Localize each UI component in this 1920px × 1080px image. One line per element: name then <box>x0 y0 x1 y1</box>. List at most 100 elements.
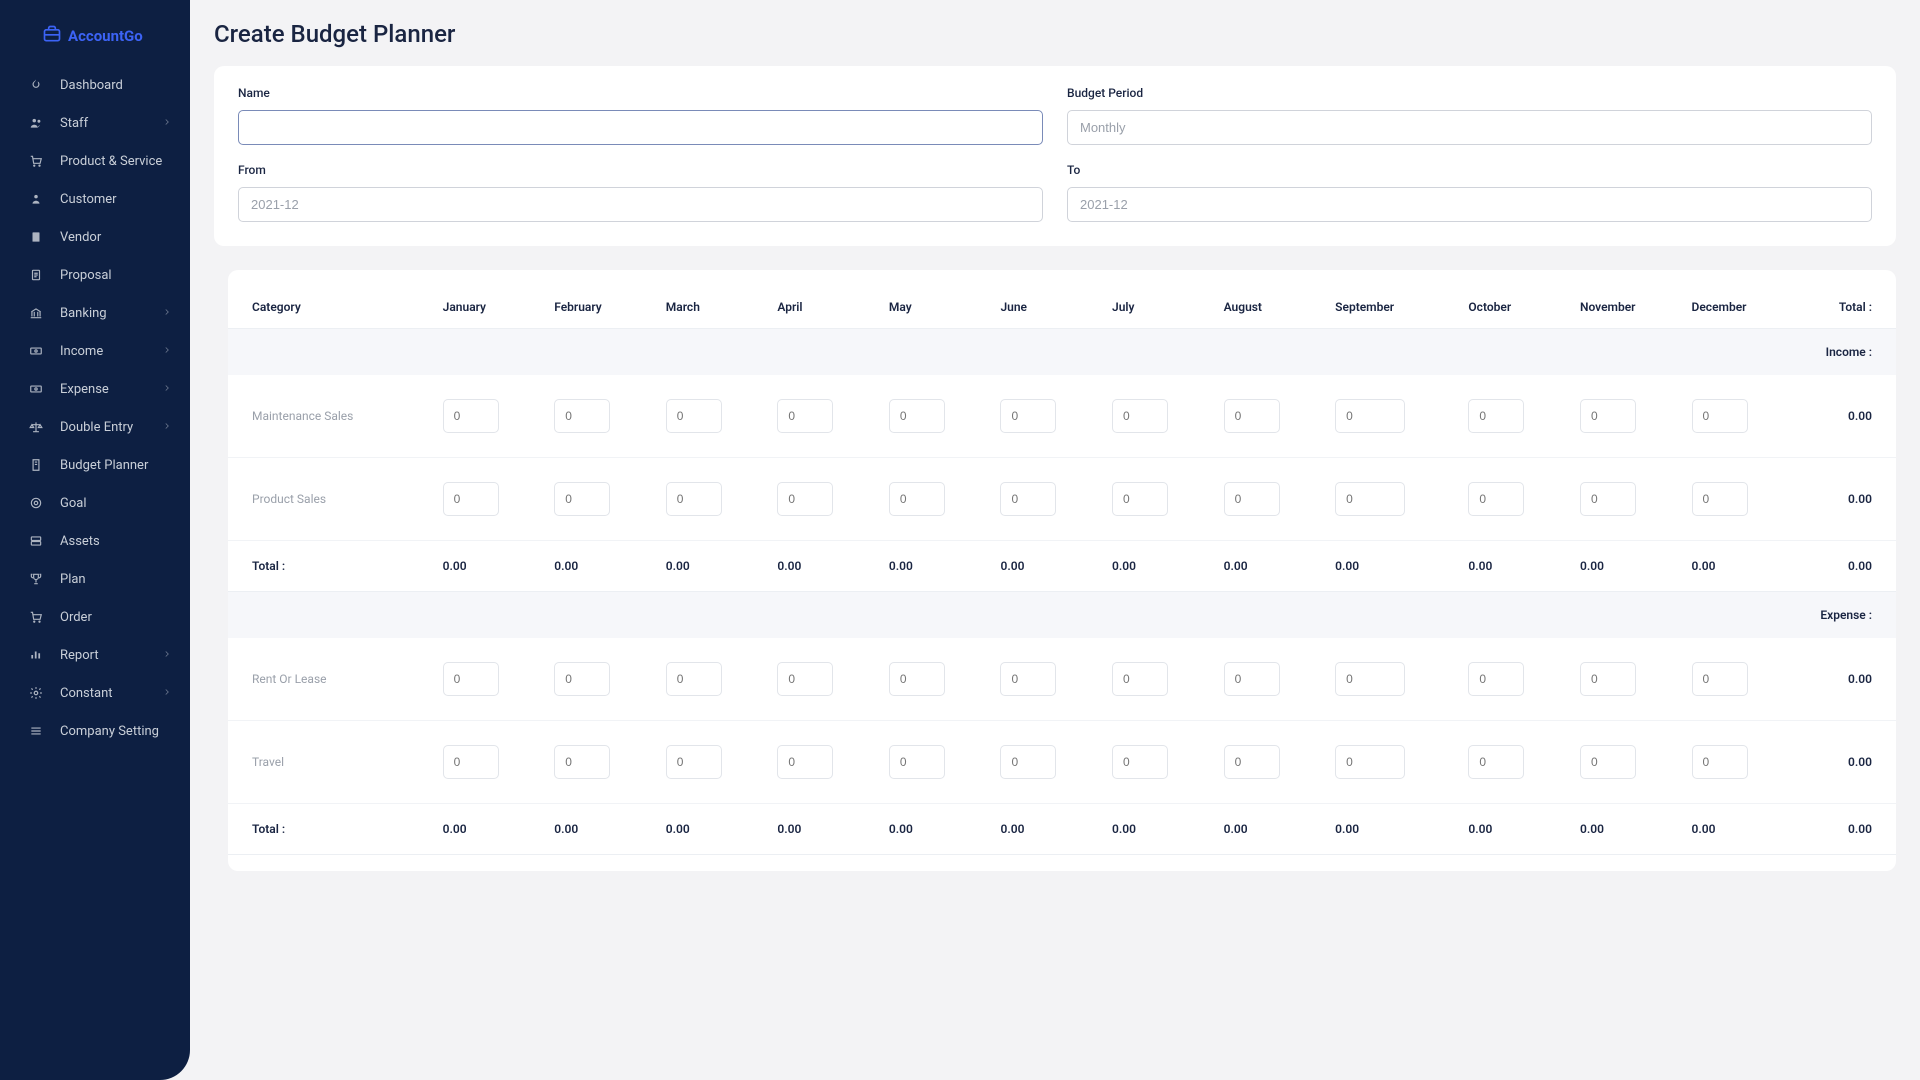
total-label: Total : <box>228 541 435 592</box>
month-input[interactable] <box>1692 745 1748 779</box>
month-input[interactable] <box>1224 399 1280 433</box>
total-cell: 0.00 <box>769 804 881 855</box>
month-input[interactable] <box>889 482 945 516</box>
month-input[interactable] <box>666 745 722 779</box>
col-header: November <box>1572 286 1684 329</box>
month-input[interactable] <box>1000 662 1056 696</box>
chevron-right-icon <box>162 686 172 701</box>
month-input[interactable] <box>1224 745 1280 779</box>
month-input[interactable] <box>443 662 499 696</box>
sidebar-item-dashboard[interactable]: Dashboard <box>0 66 190 104</box>
month-input[interactable] <box>554 745 610 779</box>
col-header: May <box>881 286 993 329</box>
month-input[interactable] <box>666 662 722 696</box>
month-input[interactable] <box>554 662 610 696</box>
sidebar-item-order[interactable]: Order <box>0 598 190 636</box>
total-cell: 0.00 <box>1684 804 1796 855</box>
sidebar-item-goal[interactable]: Goal <box>0 484 190 522</box>
col-header: Total : <box>1795 286 1896 329</box>
month-input[interactable] <box>1000 745 1056 779</box>
sidebar-item-label: Order <box>60 610 92 625</box>
sidebar-item-banking[interactable]: Banking <box>0 294 190 332</box>
to-input[interactable] <box>1067 187 1872 222</box>
month-input[interactable] <box>777 399 833 433</box>
sidebar-item-customer[interactable]: Customer <box>0 180 190 218</box>
month-input[interactable] <box>1112 482 1168 516</box>
month-input[interactable] <box>889 662 945 696</box>
month-input[interactable] <box>777 662 833 696</box>
from-input[interactable] <box>238 187 1043 222</box>
total-cell: 0.00 <box>1104 541 1216 592</box>
name-input[interactable] <box>238 110 1043 145</box>
month-input[interactable] <box>1468 662 1524 696</box>
sidebar-item-double-entry[interactable]: Double Entry <box>0 408 190 446</box>
gear-icon <box>28 685 44 701</box>
server-icon <box>28 533 44 549</box>
sidebar-item-label: Double Entry <box>60 420 133 435</box>
month-input[interactable] <box>1580 482 1636 516</box>
month-input[interactable] <box>443 745 499 779</box>
brand-name: AccountGo <box>68 27 143 45</box>
month-input[interactable] <box>1468 745 1524 779</box>
month-input[interactable] <box>1335 662 1405 696</box>
month-input[interactable] <box>1692 482 1748 516</box>
month-input[interactable] <box>1224 662 1280 696</box>
month-input[interactable] <box>1692 662 1748 696</box>
month-input[interactable] <box>443 399 499 433</box>
sidebar-item-vendor[interactable]: Vendor <box>0 218 190 256</box>
month-input[interactable] <box>666 482 722 516</box>
month-input[interactable] <box>1224 482 1280 516</box>
period-select[interactable] <box>1067 110 1872 145</box>
col-header: Category <box>228 286 435 329</box>
sidebar-item-staff[interactable]: Staff <box>0 104 190 142</box>
sidebar-item-label: Proposal <box>60 268 112 283</box>
total-cell: 0.00 <box>1572 804 1684 855</box>
month-input[interactable] <box>1468 482 1524 516</box>
month-input[interactable] <box>1335 399 1405 433</box>
bank-icon <box>28 305 44 321</box>
month-input[interactable] <box>554 482 610 516</box>
month-input[interactable] <box>1000 482 1056 516</box>
month-input[interactable] <box>1112 745 1168 779</box>
sidebar-item-assets[interactable]: Assets <box>0 522 190 560</box>
total-cell: 0.00 <box>1104 804 1216 855</box>
month-input[interactable] <box>889 745 945 779</box>
sidebar-item-report[interactable]: Report <box>0 636 190 674</box>
page-title: Create Budget Planner <box>214 20 1896 48</box>
main-content: Create Budget Planner Name Budget Period… <box>190 0 1920 1080</box>
month-input[interactable] <box>1112 662 1168 696</box>
month-input[interactable] <box>777 745 833 779</box>
month-input[interactable] <box>1112 399 1168 433</box>
sidebar-item-label: Report <box>60 648 99 663</box>
sidebar-item-plan[interactable]: Plan <box>0 560 190 598</box>
month-input[interactable] <box>666 399 722 433</box>
month-input[interactable] <box>1335 482 1405 516</box>
month-input[interactable] <box>1580 399 1636 433</box>
sidebar-item-product-service[interactable]: Product & Service <box>0 142 190 180</box>
month-input[interactable] <box>554 399 610 433</box>
month-input[interactable] <box>1335 745 1405 779</box>
sidebar-item-company-setting[interactable]: Company Setting <box>0 712 190 750</box>
sidebar-item-constant[interactable]: Constant <box>0 674 190 712</box>
sidebar-item-income[interactable]: Income <box>0 332 190 370</box>
col-header: June <box>992 286 1104 329</box>
col-header: April <box>769 286 881 329</box>
sidebar-item-proposal[interactable]: Proposal <box>0 256 190 294</box>
month-input[interactable] <box>889 399 945 433</box>
month-input[interactable] <box>1580 662 1636 696</box>
period-label: Budget Period <box>1067 86 1872 100</box>
brand-logo: AccountGo <box>0 0 190 66</box>
sidebar-item-label: Banking <box>60 306 107 321</box>
sidebar-item-budget-planner[interactable]: Budget Planner <box>0 446 190 484</box>
trophy-icon <box>28 571 44 587</box>
month-input[interactable] <box>443 482 499 516</box>
month-input[interactable] <box>777 482 833 516</box>
month-input[interactable] <box>1000 399 1056 433</box>
chevron-right-icon <box>162 648 172 663</box>
total-cell: 0.00 <box>546 804 658 855</box>
sidebar-item-label: Product & Service <box>60 154 162 169</box>
month-input[interactable] <box>1580 745 1636 779</box>
month-input[interactable] <box>1692 399 1748 433</box>
month-input[interactable] <box>1468 399 1524 433</box>
sidebar-item-expense[interactable]: Expense <box>0 370 190 408</box>
